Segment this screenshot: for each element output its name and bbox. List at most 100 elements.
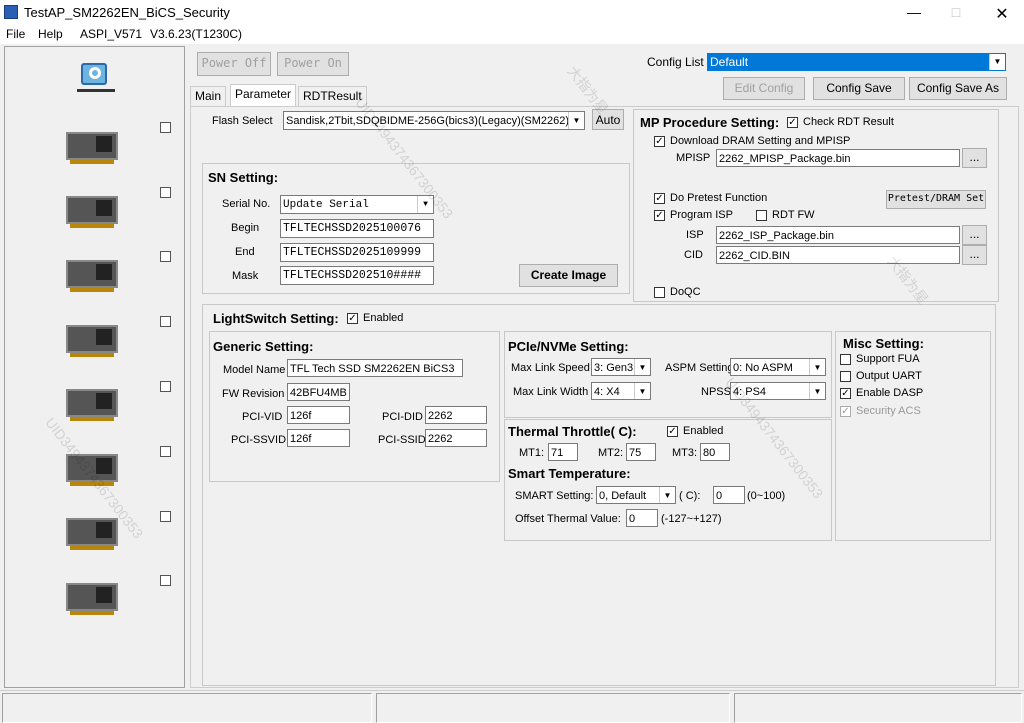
misc-setting-title: Misc Setting: [843,336,924,351]
offset-thermal-range: (-127~+127) [661,513,722,525]
pci-ssvid-label: PCI-SSVID [231,434,287,446]
begin-label: Begin [231,222,260,234]
scan-magnifier-icon[interactable] [77,61,115,93]
sn-end-field[interactable]: TFLTECHSSD2025109999 [280,243,434,262]
device-2-checkbox[interactable] [160,187,171,198]
mt1-label: MT1: [519,447,545,459]
max-link-speed-label: Max Link Speed [511,362,590,374]
pci-ssid-field[interactable]: 2262 [425,429,487,447]
ssd-card-icon [66,254,118,294]
pretest-checkbox[interactable]: ✓ [654,193,665,204]
support-fua-checkbox[interactable] [840,354,851,365]
aspm-value: 0: No ASPM [733,362,793,374]
lightswitch-enabled-label: Enabled [363,312,404,324]
device-8-checkbox[interactable] [160,575,171,586]
isp-browse-button[interactable]: ... [962,225,987,245]
close-button[interactable]: ✕ [990,4,1014,23]
max-link-width-select[interactable]: 4: X4 ▼ [591,382,651,400]
pretest-dram-button[interactable]: Pretest/DRAM Set [886,190,986,209]
device-6-checkbox[interactable] [160,446,171,457]
aspm-select[interactable]: 0: No ASPM ▼ [730,358,826,376]
mt2-field[interactable]: 75 [626,443,656,461]
status-pane-1 [2,693,372,723]
mt3-field[interactable]: 80 [700,443,730,461]
minimize-button[interactable]: — [902,4,926,22]
smart-c-field[interactable]: 0 [713,486,745,504]
device-5-checkbox[interactable] [160,381,171,392]
menu-aspi[interactable]: ASPI_V571 [80,27,142,41]
program-isp-label: Program ISP [670,209,733,221]
isp-field[interactable]: 2262_ISP_Package.bin [716,226,960,244]
menu-file[interactable]: File [6,27,25,41]
config-save-as-button[interactable]: Config Save As [909,77,1007,100]
smart-setting-select[interactable]: 0, Default ▼ [596,486,676,504]
chevron-down-icon: ▼ [809,359,825,375]
thermal-enabled-checkbox[interactable]: ✓ [667,426,678,437]
offset-thermal-field[interactable]: 0 [626,509,658,527]
ssd-card-icon [66,383,118,423]
lightswitch-enabled-checkbox[interactable]: ✓ [347,313,358,324]
output-uart-checkbox[interactable] [840,371,851,382]
auto-button[interactable]: Auto [592,109,624,130]
ssd-card-icon [66,577,118,617]
flash-select[interactable]: Sandisk,2Tbit,SDQBIDME-256G(bics3)(Legac… [283,111,585,130]
smart-setting-value: 0, Default [599,490,647,502]
device-1-checkbox[interactable] [160,122,171,133]
ssd-card-icon [66,512,118,552]
menu-help[interactable]: Help [38,27,63,41]
smart-setting-label: SMART Setting: [515,490,594,502]
rdt-fw-checkbox[interactable] [756,210,767,221]
window-title: TestAP_SM2262EN_BiCS_Security [24,5,230,20]
max-link-width-value: 4: X4 [594,386,620,398]
mpisp-field[interactable]: 2262_MPISP_Package.bin [716,149,960,167]
download-dram-checkbox[interactable]: ✓ [654,136,665,147]
sn-setting-title: SN Setting: [208,170,279,185]
config-list-select[interactable]: Default ▼ [707,53,1006,71]
device-4-checkbox[interactable] [160,316,171,327]
menu-version[interactable]: V3.6.23(T1230C) [150,27,242,41]
tab-rdtresult[interactable]: RDTResult [298,86,367,107]
serial-no-select[interactable]: Update Serial ▼ [280,195,434,214]
npss-select[interactable]: 4: PS4 ▼ [730,382,826,400]
doqc-checkbox[interactable] [654,287,665,298]
config-save-button[interactable]: Config Save [813,77,905,100]
device-3-checkbox[interactable] [160,251,171,262]
sn-mask-field[interactable]: TFLTECHSSD202510#### [280,266,434,285]
edit-config-button[interactable]: Edit Config [723,77,805,100]
app-cube-icon [4,5,18,19]
download-dram-label: Download DRAM Setting and MPISP [670,135,851,147]
pretest-label: Do Pretest Function [670,192,768,204]
tab-parameter[interactable]: Parameter [230,84,297,107]
config-list-value: Default [710,55,749,69]
cid-browse-button[interactable]: ... [962,245,987,265]
mpisp-browse-button[interactable]: ... [962,148,987,168]
offset-thermal-label: Offset Thermal Value: [515,513,621,525]
power-on-button[interactable]: Power On [277,52,349,76]
pci-did-label: PCI-DID [382,411,423,423]
program-isp-checkbox[interactable]: ✓ [654,210,665,221]
tab-main[interactable]: Main [190,86,227,107]
pci-did-field[interactable]: 2262 [425,406,487,424]
sn-begin-field[interactable]: TFLTECHSSD2025100076 [280,219,434,238]
pci-ssvid-field[interactable]: 126f [287,429,350,447]
mt2-label: MT2: [598,447,624,459]
check-rdt-checkbox[interactable]: ✓ [787,117,798,128]
cid-field[interactable]: 2262_CID.BIN [716,246,960,264]
aspm-label: ASPM Setting [665,362,734,374]
npss-label: NPSS [701,386,731,398]
create-image-button[interactable]: Create Image [519,264,618,287]
maximize-button[interactable]: □ [944,4,968,22]
security-acs-checkbox[interactable]: ✓ [840,406,851,417]
fw-revision-field[interactable]: 42BFU4MB [287,383,350,401]
max-link-speed-value: 3: Gen3 [594,362,634,374]
max-link-width-label: Max Link Width [513,386,589,398]
pci-vid-field[interactable]: 126f [287,406,350,424]
power-off-button[interactable]: Power Off [197,52,271,76]
generic-setting-title: Generic Setting: [213,339,314,354]
max-link-speed-select[interactable]: 3: Gen3 ▼ [591,358,651,376]
model-name-field[interactable]: TFL Tech SSD SM2262EN BiCS3 [287,359,463,377]
enable-dasp-checkbox[interactable]: ✓ [840,388,851,399]
mt1-field[interactable]: 71 [548,443,578,461]
device-7-checkbox[interactable] [160,511,171,522]
chevron-down-icon: ▼ [417,196,433,213]
